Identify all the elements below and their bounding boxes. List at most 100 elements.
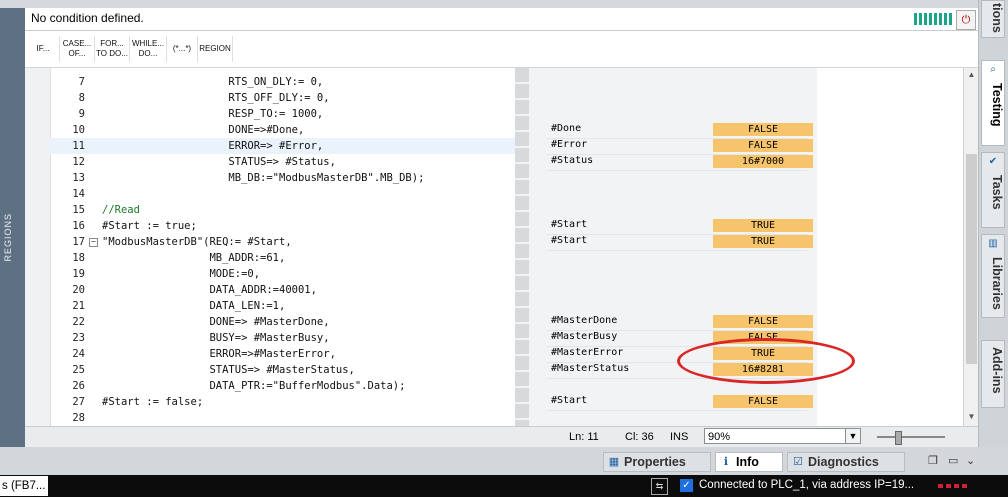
network-icon[interactable]: ⇆ [651,478,668,495]
line-number: 17 [72,236,85,248]
line-number: 20 [72,284,85,296]
code-line[interactable]: 9 RESP_TO:= 1000, [50,106,540,122]
tab-libraries[interactable]: ▥ Libraries [981,234,1005,318]
column-indicator: Cl: 36 [625,431,654,443]
annotation-circle [677,338,855,384]
tab-add-ins-label: Add-ins [990,347,1004,394]
code-line[interactable]: 14 [50,186,540,202]
watch-variable: #MasterDone [551,315,618,326]
code-line[interactable]: 15 //Read [50,202,540,218]
code-line[interactable]: 24 ERROR=>#MasterError, [50,346,540,362]
connected-check-icon: ✓ [680,479,693,492]
chevron-down-icon[interactable]: ▼ [845,428,861,444]
code-text: ERROR=> #Error, [102,140,324,152]
code-line[interactable]: 13 MB_DB:="ModbusMasterDB".MB_DB); [50,170,540,186]
zoom-slider-track[interactable] [877,436,945,438]
tab-add-ins[interactable]: Add-ins [981,340,1005,408]
code-line[interactable]: 11 ERROR=> #Error, [50,138,540,154]
code-text: RESP_TO:= 1000, [102,108,324,120]
regions-rail-label: REGIONS [3,213,13,262]
code-text: "ModbusMasterDB"(REQ:= #Start, [102,236,292,248]
scroll-thumb[interactable] [966,154,977,364]
code-line[interactable]: 12 STATUS=> #Status, [50,154,540,170]
zoom-slider-handle[interactable] [895,431,902,445]
watch-row: #Start TRUE [547,234,813,251]
insert-mode-indicator: INS [670,431,689,443]
scroll-down-icon[interactable]: ▼ [966,412,977,423]
insert-while-button[interactable]: WHILE... DO... [130,36,167,62]
task-card-rail: tions ⌕ Testing ✔ Tasks ▥ Libraries Add-… [978,0,1008,447]
code-text: MODE:=0, [102,268,261,280]
code-line[interactable]: 28 [50,410,540,426]
code-line[interactable]: 25 STATUS=> #MasterStatus, [50,362,540,378]
taskbar-item[interactable]: s (FB7... [0,476,48,496]
monitoring-status-icon [914,13,954,25]
line-number: 19 [72,268,85,280]
editor-vertical-scrollbar[interactable]: ▲ ▼ [963,68,979,426]
tab-diagnostics-label: Diagnostics [808,455,879,469]
watch-row: #Done FALSE [547,122,813,139]
watch-value: 16#7000 [713,155,813,168]
zoom-select[interactable]: 90% [704,428,856,444]
tab-tasks[interactable]: ✔ Tasks [981,152,1005,228]
instruction-toolbar: IF... CASE... OF... FOR... TO DO... WHIL… [25,31,978,68]
tab-instructions[interactable]: tions [981,0,1005,38]
tab-properties[interactable]: ▦ Properties [603,452,711,472]
insert-case-button[interactable]: CASE... OF... [60,36,95,62]
info-icon: ℹ [723,456,729,468]
line-number: 25 [72,364,85,376]
fold-toggle-icon[interactable]: − [89,238,98,247]
libraries-icon: ▥ [988,238,998,249]
code-line[interactable]: 18 MB_ADDR:=61, [50,250,540,266]
code-text: RTS_OFF_DLY:= 0, [102,92,330,104]
tab-testing-label: Testing [990,83,1004,127]
code-line[interactable]: 7 RTS_ON_DLY:= 0, [50,74,540,90]
code-text: #Start := false; [102,396,204,408]
line-number: 27 [72,396,85,408]
watch-row: #MasterDone FALSE [547,314,813,331]
code-line[interactable]: 21 DATA_LEN:=1, [50,298,540,314]
connection-status: Connected to PLC_1, via address IP=19... [699,479,915,491]
code-text: STATUS=> #MasterStatus, [102,364,355,376]
code-line[interactable]: 17− "ModbusMasterDB"(REQ:= #Start, [50,234,540,250]
code-text: STATUS=> #Status, [102,156,336,168]
code-line[interactable]: 19 MODE:=0, [50,266,540,282]
insert-for-button[interactable]: FOR... TO DO... [95,36,130,62]
regions-rail[interactable]: REGIONS [0,8,25,478]
line-number: 28 [72,412,85,424]
restore-icon[interactable]: ❐ [928,454,938,467]
insert-if-button[interactable]: IF... [27,36,60,62]
line-number: 21 [72,300,85,312]
insert-comment-button[interactable]: (*...*) [167,36,198,62]
watch-row: #Start FALSE [547,394,813,411]
code-line[interactable]: 16 #Start := true; [50,218,540,234]
tab-diagnostics[interactable]: ☑ Diagnostics [787,452,905,472]
code-line[interactable]: 26 DATA_PTR:="BufferModbus".Data); [50,378,540,394]
line-number: 14 [72,188,85,200]
code-line[interactable]: 27 #Start := false; [50,394,540,410]
line-number: 22 [72,316,85,328]
code-text: DONE=> #MasterDone, [102,316,330,328]
code-text: BUSY=> #MasterBusy, [102,332,330,344]
insert-region-button[interactable]: REGION [198,36,233,62]
tab-testing[interactable]: ⌕ Testing [981,60,1005,146]
trigger-condition-icon[interactable]: ⏻ [956,10,976,30]
line-number: 9 [78,108,85,120]
watch-value: FALSE [713,139,813,152]
watch-row: #Status 16#7000 [547,154,813,171]
code-line[interactable]: 8 RTS_OFF_DLY:= 0, [50,90,540,106]
collapse-icon[interactable]: ⌄ [966,454,975,467]
code-text: #Start := true; [102,220,197,232]
code-line[interactable]: 23 BUSY=> #MasterBusy, [50,330,540,346]
editor-status-bar: Ln: 11 Cl: 36 INS 90% ▼ [25,426,978,447]
watch-row: #Error FALSE [547,138,813,155]
code-line[interactable]: 10 DONE=>#Done, [50,122,540,138]
code-line[interactable]: 22 DONE=> #MasterDone, [50,314,540,330]
maximize-icon[interactable]: ▭ [948,454,958,467]
watch-variable: #Error [551,139,588,150]
scroll-up-icon[interactable]: ▲ [966,70,977,81]
watch-value: FALSE [713,315,813,328]
watch-row: #Start TRUE [547,218,813,235]
code-line[interactable]: 20 DATA_ADDR:=40001, [50,282,540,298]
tab-info[interactable]: ℹ Info [715,452,783,472]
